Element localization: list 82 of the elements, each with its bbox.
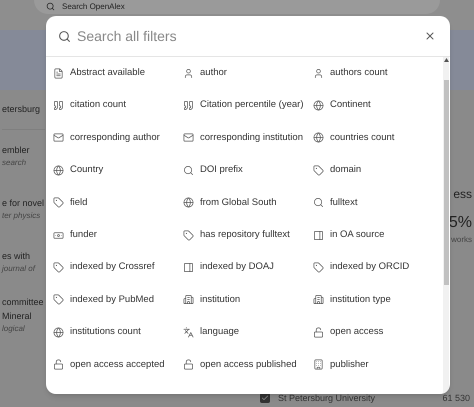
filter-option[interactable]: corresponding institution <box>183 122 313 154</box>
quote-icon <box>183 100 194 112</box>
stat-value: 5% <box>448 215 472 231</box>
filter-option[interactable]: Abstract available <box>53 57 183 90</box>
filter-option[interactable]: funder <box>53 218 183 252</box>
filter-option[interactable]: language <box>183 316 313 349</box>
work-source: ter physics <box>2 210 42 222</box>
filter-option[interactable]: institution <box>183 284 313 316</box>
work-source: journal of <box>2 263 36 276</box>
filter-option[interactable]: Country <box>53 154 183 187</box>
globe-icon <box>313 132 324 144</box>
filter-option[interactable]: citation count <box>53 89 183 122</box>
translate-icon <box>183 326 194 338</box>
panel-icon <box>313 230 324 241</box>
person-icon <box>183 68 194 79</box>
filter-option[interactable]: open access published <box>183 348 313 381</box>
work-title: etersburg <box>2 102 42 116</box>
tag-icon <box>53 294 64 306</box>
tag-icon <box>53 197 64 208</box>
person-icon <box>313 68 324 79</box>
filter-option[interactable]: domain <box>313 154 443 187</box>
work-title: e for novel <box>2 196 45 210</box>
building-icon <box>183 294 194 306</box>
filter-option[interactable]: from Global South <box>183 186 313 219</box>
search-icon <box>58 30 71 42</box>
filter-option[interactable]: institution type <box>313 284 443 316</box>
banknote-icon <box>53 230 64 241</box>
work-source: search <box>2 157 28 170</box>
envelope-icon <box>183 132 194 144</box>
stat-caption: works <box>451 234 472 246</box>
filter-option[interactable]: Continent <box>313 89 443 122</box>
search-icon <box>46 2 55 11</box>
work-title: committee <box>2 296 45 309</box>
filter-option[interactable]: corresponding author <box>53 122 183 154</box>
filter-option[interactable]: author <box>183 57 313 90</box>
filter-option[interactable]: authors count <box>313 57 443 90</box>
filter-option[interactable]: institutions count <box>53 316 183 349</box>
filter-option[interactable]: indexed by Crossref <box>53 251 183 284</box>
globe-icon <box>313 100 324 112</box>
globe-icon <box>53 164 64 176</box>
work-title: embler <box>2 144 31 157</box>
document-icon <box>53 68 64 79</box>
search-icon <box>183 164 194 176</box>
scroll-up-icon[interactable] <box>444 58 448 62</box>
work-source: logical <box>2 323 26 335</box>
envelope-icon <box>53 132 64 144</box>
filter-option[interactable]: indexed by DOAJ <box>183 251 313 284</box>
filter-option[interactable]: open access <box>313 316 443 349</box>
filter-option[interactable]: field <box>53 186 183 219</box>
padlock-icon <box>53 359 64 370</box>
search-field[interactable]: Search OpenAlex <box>34 0 440 14</box>
filter-search-field[interactable]: Search all filters <box>77 26 422 46</box>
padlock-icon <box>183 359 194 370</box>
padlock-icon <box>313 326 324 338</box>
tag-icon <box>53 262 64 274</box>
panel-icon <box>183 262 194 274</box>
filter-option[interactable]: DOI prefix <box>183 154 313 187</box>
card-title: ess <box>453 186 472 203</box>
filter-option[interactable]: indexed by ORCID <box>313 251 443 284</box>
search-icon <box>313 197 324 208</box>
work-title: Mineral <box>2 310 33 322</box>
filter-option[interactable]: Citation percentile (year) <box>183 89 313 122</box>
quote-icon <box>53 100 64 112</box>
filter-option[interactable]: publisher <box>313 348 443 381</box>
building-icon <box>313 294 324 306</box>
building-icon <box>313 359 324 370</box>
checkbox[interactable] <box>260 393 270 404</box>
filter-option[interactable]: in OA source <box>313 218 443 252</box>
work-title: es with <box>2 250 32 263</box>
filter-option[interactable]: indexed by PubMed <box>53 284 183 316</box>
filter-option[interactable]: open access accepted <box>53 348 183 381</box>
tag-icon <box>313 164 324 176</box>
tag-icon <box>313 262 324 274</box>
filter-option[interactable]: has repository fulltext <box>183 218 313 252</box>
filter-option[interactable]: countries count <box>313 122 443 154</box>
filter-option[interactable]: fulltext <box>313 186 443 219</box>
close-icon <box>424 30 436 42</box>
globe-icon <box>183 197 194 208</box>
count-text: 61 530 <box>442 392 470 404</box>
globe-icon <box>53 326 64 338</box>
tag-icon <box>183 230 194 241</box>
institution-name: St Petersburg University <box>278 392 376 405</box>
